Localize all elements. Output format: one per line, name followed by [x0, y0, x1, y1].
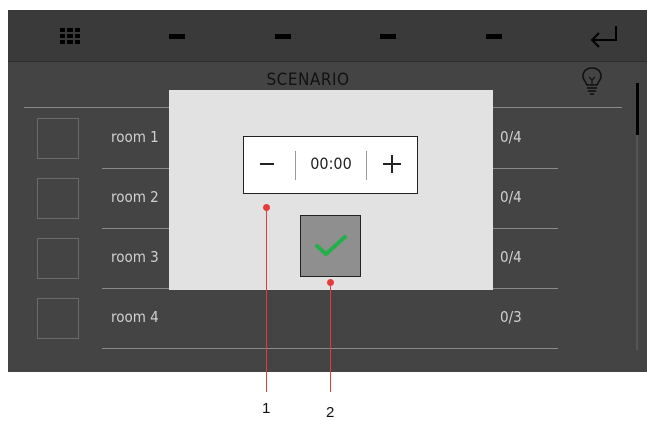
page-title: SCENARIO	[266, 70, 350, 90]
time-stepper: 00:00	[243, 136, 418, 194]
callout-line	[330, 283, 331, 392]
room-count: 0/3	[500, 308, 522, 326]
room-name: room 3	[111, 248, 159, 266]
callout-number: 1	[262, 400, 271, 417]
room-name: room 1	[111, 128, 159, 146]
room-checkbox[interactable]	[37, 238, 79, 279]
plus-icon[interactable]	[383, 155, 401, 173]
lightbulb-icon[interactable]	[580, 66, 604, 96]
room-count: 0/4	[500, 128, 522, 146]
grid-icon[interactable]	[60, 28, 80, 44]
dash-icon[interactable]	[169, 34, 185, 39]
dash-icon[interactable]	[486, 34, 502, 39]
list-item[interactable]: room 4 0/3	[8, 288, 608, 349]
dash-icon[interactable]	[380, 34, 396, 39]
room-name: room 2	[111, 188, 159, 206]
stepper-divider	[366, 151, 367, 180]
dash-icon[interactable]	[275, 34, 291, 39]
room-checkbox[interactable]	[37, 118, 79, 159]
callout-line	[266, 208, 267, 392]
confirm-button[interactable]	[300, 215, 361, 277]
callout-number: 2	[326, 404, 335, 421]
enter-icon[interactable]	[588, 24, 620, 50]
scrollbar-thumb[interactable]	[636, 83, 639, 135]
timer-dialog: 00:00	[169, 90, 493, 290]
scrollbar-track[interactable]	[636, 135, 638, 350]
minus-icon[interactable]	[260, 163, 274, 165]
device-screen: SCENARIO room 1 0/4 room 2 0/4 room 3 0/…	[8, 10, 647, 372]
room-checkbox[interactable]	[37, 178, 79, 219]
checkmark-icon	[315, 235, 347, 256]
room-count: 0/4	[500, 248, 522, 266]
room-name: room 4	[111, 308, 159, 326]
time-value: 00:00	[310, 154, 352, 173]
room-count: 0/4	[500, 188, 522, 206]
room-checkbox[interactable]	[37, 298, 79, 339]
top-toolbar	[8, 10, 647, 62]
